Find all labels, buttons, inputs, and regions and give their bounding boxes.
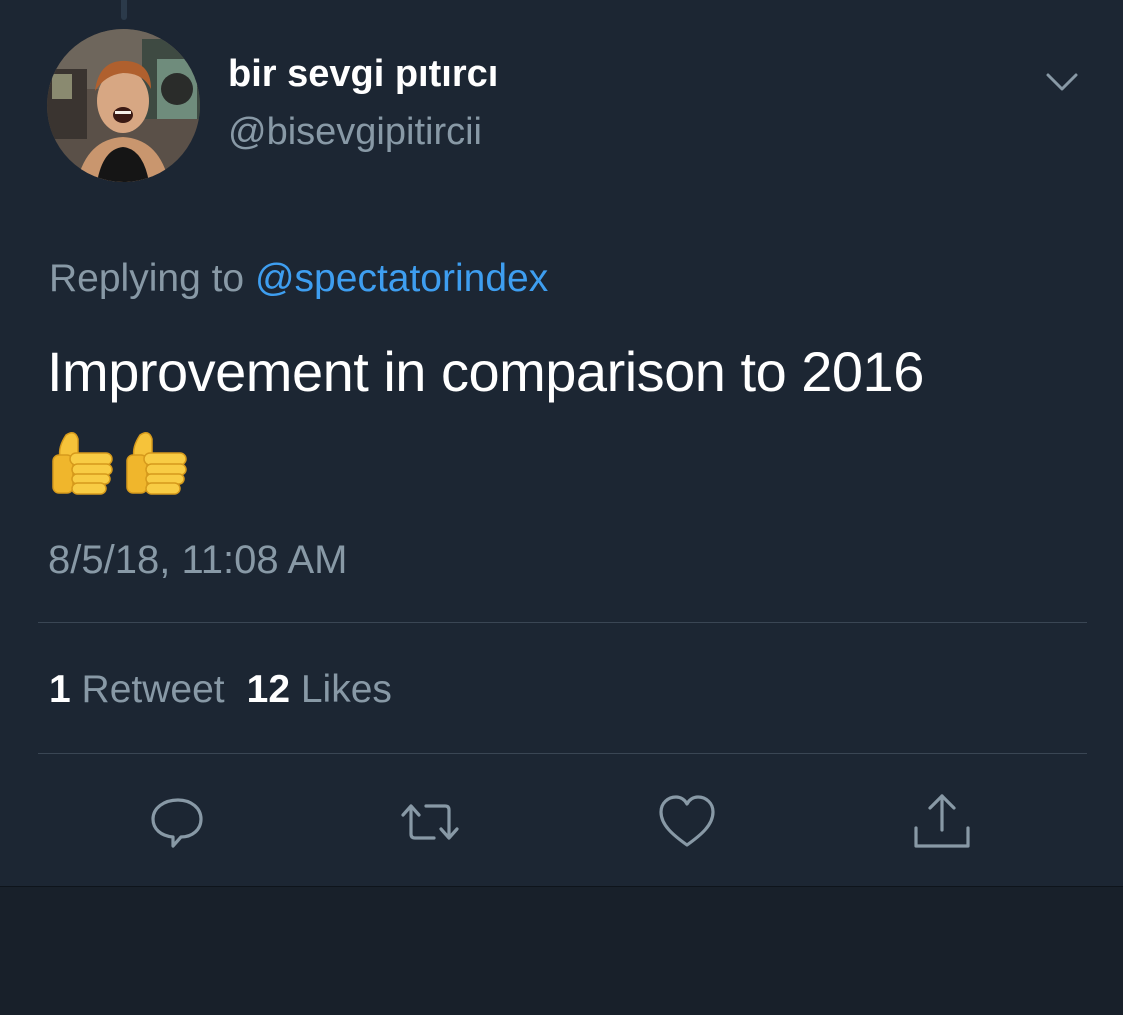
reply-target-link[interactable]: @spectatorindex	[255, 257, 548, 300]
tweet-detail: bir sevgi pıtırcı @bisevgipitircii Reply…	[0, 0, 1123, 887]
likes-label: Likes	[300, 668, 392, 711]
engagement-stats: 1 Retweet 12 Likes	[49, 670, 392, 709]
retweets-label: Retweet	[81, 668, 225, 711]
speech-bubble-icon	[151, 798, 203, 848]
share-icon	[914, 794, 970, 848]
retweets-count: 1	[49, 668, 71, 711]
likes-stat[interactable]: 12 Likes	[247, 668, 392, 711]
share-button[interactable]	[910, 790, 974, 854]
tweet-timestamp[interactable]: 8/5/18, 11:08 AM	[48, 540, 347, 580]
divider	[38, 622, 1087, 623]
avatar[interactable]	[47, 29, 200, 182]
heart-icon	[659, 795, 715, 847]
retweet-icon	[401, 804, 459, 840]
avatar-photo	[47, 29, 200, 182]
author-handle[interactable]: @bisevgipitircii	[228, 113, 482, 151]
reply-prefix: Replying to	[49, 257, 245, 300]
tweet-menu-button[interactable]	[1040, 66, 1084, 98]
reply-button[interactable]	[145, 790, 209, 854]
reply-context: Replying to @spectatorindex	[49, 259, 548, 298]
divider	[38, 753, 1087, 754]
likes-count: 12	[246, 668, 291, 711]
emoji-row	[48, 427, 192, 501]
chevron-down-icon	[1046, 73, 1078, 91]
like-button[interactable]	[655, 790, 719, 854]
retweets-stat[interactable]: 1 Retweet	[49, 668, 225, 711]
tweet-text: Improvement in comparison to 2016	[47, 340, 924, 403]
author-display-name[interactable]: bir sevgi pıtırcı	[228, 55, 498, 93]
thumbs-up-icon	[126, 432, 187, 495]
thumbs-up-icon	[52, 432, 113, 495]
retweet-button[interactable]	[398, 790, 462, 854]
thread-connector-line	[121, 0, 127, 20]
